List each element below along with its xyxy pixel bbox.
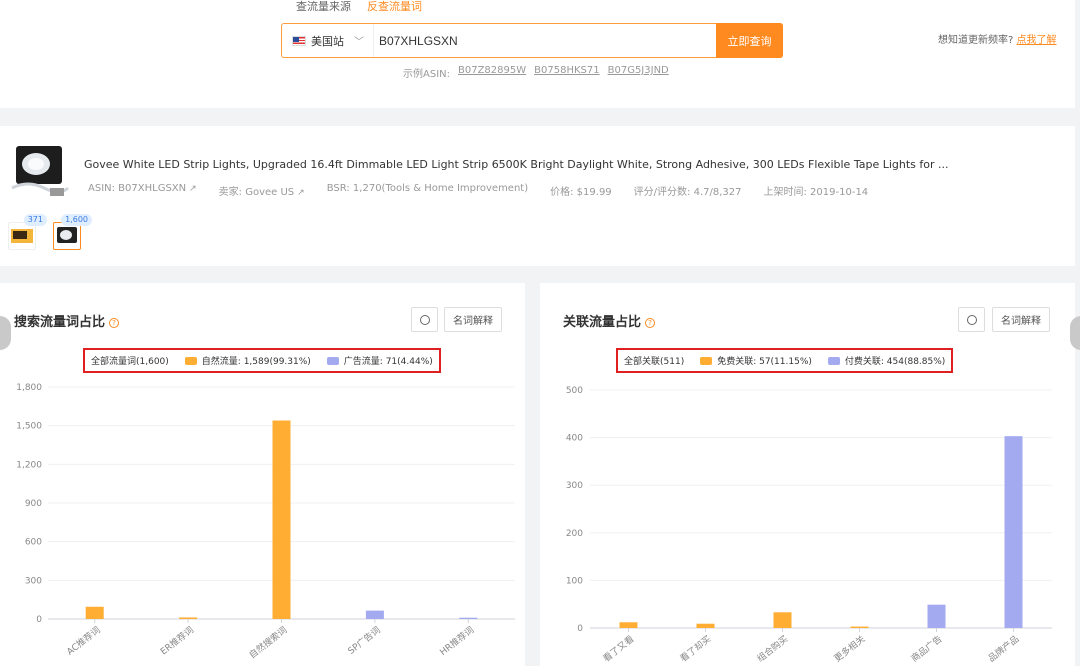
product-meta: ASIN: B07XHLGSXN ↗ 卖家: Govee US ↗ BSR: 1,2… [88, 183, 868, 198]
bar[interactable] [850, 626, 869, 628]
bar[interactable] [1004, 436, 1023, 628]
external-link-icon[interactable]: ↗ [297, 188, 305, 198]
bar[interactable] [459, 617, 478, 619]
tab-reverse-keyword[interactable]: 反查流量词 [367, 0, 422, 13]
example-asin-link[interactable]: B07Z82895W [458, 65, 526, 80]
x-tick-label: 组合购买 [755, 633, 791, 665]
keyword-bar-chart: 0 300 600 900 1,200 1,500 1,800 AC推荐词 ER推荐词 自然搜索词… [16, 383, 515, 661]
tab-traffic-source[interactable]: 查流量来源 [296, 0, 351, 13]
bar[interactable] [773, 612, 792, 628]
example-asins: 示例ASIN: B07Z82895W B0758HKS71 B07G5J3JND [403, 65, 669, 80]
asin-search-input[interactable] [374, 24, 716, 57]
x-tick-label: 看了却买 [678, 633, 714, 665]
y-tick-label: 300 [25, 576, 42, 586]
related-bar-chart: 0 100 200 300 400 500 看了又看 看了却买 组合购买 更多相关 商品广告 品牌产品 [566, 386, 1052, 665]
bar[interactable] [272, 420, 291, 619]
variant-image [11, 229, 33, 243]
y-tick-label: 1,200 [16, 460, 42, 470]
y-tick-label: 600 [25, 538, 42, 548]
search-tabs: 查流量来源 反查流量词 [296, 0, 422, 13]
related-traffic-share-panel: 关联流量占比? 名词解释 全部关联(511) 免费关联: 57(11.15%) … [540, 283, 1075, 666]
y-tick-label: 1,500 [16, 422, 42, 432]
x-tick-label: 商品广告 [909, 633, 945, 665]
product-rating: 评分/评分数: 4.7/8,327 [633, 187, 742, 198]
y-tick-label: 900 [25, 499, 42, 509]
x-tick-label: 自然搜索词 [246, 624, 289, 661]
y-tick-label: 1,800 [16, 383, 42, 393]
y-tick-label: 0 [577, 624, 583, 634]
learn-more-link[interactable]: 点我了解 [1017, 35, 1057, 46]
x-tick-label: HR推荐词 [437, 624, 476, 658]
variant-count-badge: 371 [23, 214, 47, 226]
product-info: Govee White LED Strip Lights, Upgraded 1… [0, 126, 1075, 266]
x-tick-label: 看了又看 [601, 633, 637, 665]
y-tick-label: 400 [566, 434, 583, 444]
bar[interactable] [927, 604, 946, 628]
product-price: 价格: $19.99 [550, 187, 612, 198]
product-seller: 卖家: Govee US ↗ [218, 187, 305, 198]
example-asin-link[interactable]: B0758HKS71 [534, 65, 599, 80]
product-bsr: BSR: 1,270(Tools & Home Improvement) [326, 183, 529, 194]
site-selector[interactable]: 美国站 ﹀ [282, 24, 374, 57]
y-tick-label: 300 [566, 481, 583, 491]
x-tick-label: 更多相关 [832, 633, 868, 665]
product-launch-date: 上架时间: 2019-10-14 [763, 187, 869, 198]
search-section: 查流量来源 反查流量词 美国站 ﹀ 立即查询 示例ASIN: B07Z82895… [0, 0, 1075, 108]
variant-image [57, 227, 77, 243]
help-text: 想知道更新频率? [938, 35, 1014, 46]
search-keyword-share-panel: 搜索流量词占比? 名词解释 全部流量词(1,600) 自然流量: 1,589(9… [0, 283, 525, 666]
variant-thumb-selected[interactable]: 1,600 [53, 214, 92, 250]
bar[interactable] [179, 617, 198, 619]
query-button[interactable]: 立即查询 [716, 23, 783, 58]
x-tick-label: ER推荐词 [158, 624, 196, 657]
search-bar: 美国站 ﹀ 立即查询 [281, 23, 783, 58]
product-asin: ASIN: B07XHLGSXN ↗ [88, 183, 197, 194]
examples-label: 示例ASIN: [403, 69, 450, 80]
site-label: 美国站 [311, 34, 344, 48]
x-tick-label: 品牌产品 [986, 633, 1022, 665]
y-tick-label: 200 [566, 529, 583, 539]
y-tick-label: 0 [36, 615, 42, 625]
update-frequency-help: 想知道更新频率? 点我了解 [938, 31, 1057, 46]
bar[interactable] [85, 606, 104, 619]
variant-thumb[interactable]: 371 [8, 214, 47, 250]
external-link-icon[interactable]: ↗ [189, 184, 197, 194]
product-image [11, 146, 70, 196]
example-asin-link[interactable]: B07G5J3JND [608, 65, 669, 80]
variant-count-badge: 1,600 [61, 214, 92, 226]
x-tick-label: AC推荐词 [64, 624, 102, 658]
y-tick-label: 100 [566, 576, 583, 586]
product-title[interactable]: Govee White LED Strip Lights, Upgraded 1… [84, 158, 949, 171]
bar[interactable] [619, 622, 638, 628]
bar[interactable] [365, 610, 384, 619]
y-tick-label: 500 [566, 386, 583, 396]
x-tick-label: SP广告词 [345, 624, 382, 657]
scroll-right-button[interactable] [1070, 316, 1080, 350]
bar[interactable] [696, 623, 715, 628]
chevron-down-icon: ﹀ [354, 37, 364, 48]
us-flag-icon [292, 35, 306, 46]
